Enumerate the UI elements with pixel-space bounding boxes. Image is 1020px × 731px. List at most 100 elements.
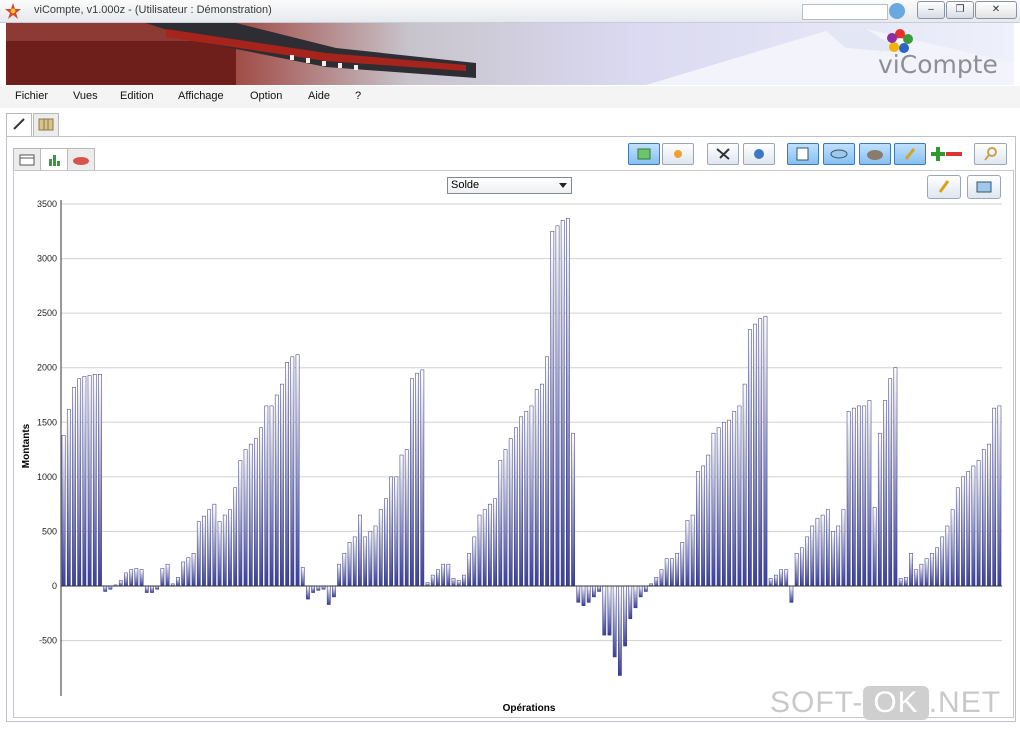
chart-bar <box>742 383 747 587</box>
chart-bar <box>144 585 149 593</box>
chart-bar <box>243 449 248 587</box>
chart-bar <box>773 574 778 587</box>
toolbar-view-button[interactable] <box>628 143 660 165</box>
tab-columns-view[interactable] <box>33 113 59 137</box>
menu-help[interactable]: ? <box>355 90 361 102</box>
copy-icon <box>796 147 809 161</box>
chart-bar <box>909 553 913 587</box>
plus-minus-icon <box>931 147 962 161</box>
chart-bar <box>399 454 404 587</box>
chart-bar <box>690 514 695 587</box>
chart-bar <box>165 563 170 587</box>
chart-bar <box>415 372 419 587</box>
chart-bar <box>851 407 856 587</box>
menu-edition[interactable]: Edition <box>120 90 154 102</box>
chart-bar <box>602 585 607 636</box>
menu-fichier[interactable]: Fichier <box>15 90 48 102</box>
pencil-icon <box>938 180 950 193</box>
chart-bar <box>566 217 570 587</box>
tab-edit-view[interactable] <box>6 113 32 137</box>
minimize-button[interactable]: – <box>917 1 945 19</box>
bar-chart-icon <box>49 155 60 166</box>
chart-bar <box>701 465 705 587</box>
y-tick-label: 1500 <box>37 417 57 427</box>
chart-bar <box>820 514 825 587</box>
chart-bar <box>898 578 903 587</box>
chart-bar <box>628 585 633 619</box>
chart-bar <box>799 547 804 587</box>
titlebar-globe-icon[interactable] <box>889 3 905 19</box>
chart-bar <box>644 585 648 592</box>
chart-bar <box>384 498 388 587</box>
chart-bar <box>311 585 315 593</box>
chart-bar <box>545 356 549 587</box>
chart-bar <box>77 378 82 587</box>
chart-bar <box>872 507 877 587</box>
menu-vues[interactable]: Vues <box>73 90 98 102</box>
tab-pie[interactable] <box>67 148 95 170</box>
series-select[interactable]: Solde <box>447 177 572 194</box>
magnifier-icon <box>984 147 997 161</box>
series-select-value: Solde <box>451 179 480 191</box>
toolbar-copy-button[interactable] <box>787 143 819 165</box>
sparkle-icon <box>674 150 682 158</box>
watermark: SOFT- OK .NET <box>770 686 1001 726</box>
menu-option[interactable]: Option <box>250 90 282 102</box>
chart-bar <box>139 569 144 587</box>
chart-bar <box>789 585 794 603</box>
maximize-button[interactable]: ❐ <box>946 1 974 19</box>
close-button[interactable]: ✕ <box>975 1 1017 19</box>
banner-logo-text: viCompte <box>878 50 998 79</box>
x-axis-label: Opérations <box>503 703 556 714</box>
chart-bar <box>758 318 763 587</box>
chart-bar <box>929 553 934 587</box>
tab-chart[interactable] <box>40 148 68 171</box>
chart-bars <box>61 217 1002 676</box>
menu-aide[interactable]: Aide <box>308 90 330 102</box>
watermark-ok: OK <box>863 686 929 720</box>
menu-bar: Fichier Vues Edition Affichage Option Ai… <box>0 86 1020 108</box>
menu-affichage[interactable]: Affichage <box>178 90 224 102</box>
toolbar-sparkle-button[interactable] <box>662 143 694 165</box>
chart-bar <box>997 405 1002 587</box>
toolbar-link-button[interactable] <box>823 143 855 165</box>
pen-icon <box>13 118 25 130</box>
chart-bar <box>472 536 477 587</box>
chart-bar <box>498 460 503 587</box>
y-tick-label: 0 <box>52 581 57 591</box>
chart-bar <box>488 503 492 587</box>
pencil-icon <box>904 148 916 160</box>
chart-bar <box>176 577 180 587</box>
toolbar-stone-button[interactable] <box>859 143 891 165</box>
chart-bar <box>945 525 950 587</box>
chart-bar <box>150 585 154 593</box>
titlebar-search-field[interactable] <box>802 4 888 20</box>
chart-bar <box>576 585 581 603</box>
toolbar-search-button[interactable] <box>974 143 1007 165</box>
chart-bar <box>659 569 664 587</box>
chart-bar <box>103 585 108 592</box>
chart-bar <box>134 568 139 587</box>
chevron-down-icon <box>559 183 567 188</box>
chart-bar <box>394 476 399 587</box>
chart-bar <box>358 514 362 587</box>
y-axis-label: Montants <box>21 423 32 468</box>
chart-bar <box>696 471 700 587</box>
chart-bar <box>482 509 487 587</box>
chart-bar <box>352 536 357 587</box>
toolbar-edit-button[interactable] <box>894 143 926 165</box>
chart-bar <box>306 585 310 600</box>
chart-bar <box>935 547 939 587</box>
chart-bar <box>976 460 981 587</box>
chart-bar <box>129 569 134 587</box>
chart-bar <box>680 542 685 587</box>
chart-bar <box>794 553 799 587</box>
tab-table[interactable] <box>13 148 41 170</box>
chart-bar <box>196 521 201 587</box>
chart-bar <box>295 354 300 587</box>
toolbar-move-button[interactable] <box>743 143 775 165</box>
chart-bar <box>300 567 305 587</box>
chart-bar <box>893 367 898 587</box>
toolbar-cut-button[interactable] <box>707 143 739 165</box>
add-remove-control[interactable] <box>928 144 964 164</box>
